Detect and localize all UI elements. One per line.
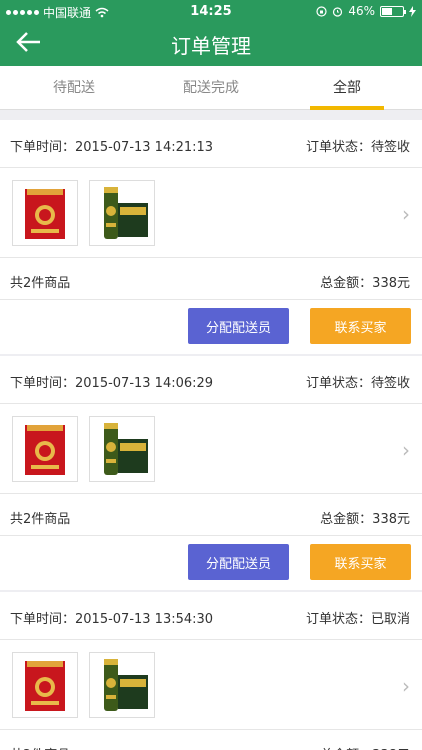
product-thumbnail (12, 652, 78, 718)
order-summary: 共2件商品 总金额：338元 (0, 730, 422, 750)
alarm-icon (333, 6, 343, 17)
order-time: 下单时间：2015-07-13 13:54:30 (10, 612, 214, 627)
app-header: 中国联通 14:25 46% 订单管理 (0, 0, 422, 66)
item-count: 共2件商品 (10, 512, 71, 527)
product-thumbnail (89, 180, 155, 246)
item-count: 共2件商品 (10, 276, 71, 291)
order-card: 下单时间：2015-07-13 14:21:13 订单状态：待签收 › 共2件商… (0, 120, 422, 354)
status-bar: 中国联通 14:25 46% (0, 0, 422, 22)
red-gift-box-image (25, 661, 65, 711)
product-thumbnail (89, 416, 155, 482)
order-time: 下单时间：2015-07-13 14:21:13 (10, 140, 214, 155)
item-count: 共2件商品 (10, 744, 70, 750)
order-goods-row[interactable]: › (0, 168, 422, 258)
order-header: 下单时间：2015-07-13 14:06:29 订单状态：待签收 (0, 356, 422, 404)
nav-bar: 订单管理 (0, 22, 422, 66)
order-card: 下单时间：2015-07-13 13:54:30 订单状态：已取消 › (0, 592, 422, 750)
battery-icon (380, 5, 406, 17)
tab-pending-delivery[interactable]: 待配送 (4, 66, 144, 110)
assign-courier-button[interactable]: 分配配送员 (188, 308, 289, 344)
order-total: 总金额：338元 (320, 276, 410, 291)
page-title: 订单管理 (0, 30, 422, 59)
page-title-text: 订单管理 (171, 34, 251, 58)
beer-can-box-image (104, 659, 148, 711)
red-gift-box-image (25, 189, 65, 239)
battery-percent: 46% (348, 4, 375, 18)
rotation-lock-icon (316, 5, 327, 17)
contact-buyer-button[interactable]: 联系买家 (310, 308, 411, 344)
order-card: 下单时间：2015-07-13 14:06:29 订单状态：待签收 › 共2件商… (0, 356, 422, 590)
product-thumbnail (12, 180, 78, 246)
chevron-right-icon: › (402, 674, 410, 698)
order-actions: 分配配送员 联系买家 (0, 300, 422, 354)
order-goods-row[interactable]: › (0, 640, 422, 730)
chevron-right-icon: › (402, 438, 410, 462)
order-header: 下单时间：2015-07-13 13:54:30 订单状态：已取消 (0, 592, 422, 640)
product-thumbnail (89, 652, 155, 718)
product-thumbnail (12, 416, 78, 482)
tab-delivered[interactable]: 配送完成 (141, 66, 281, 110)
tab-bar: 待配送 配送完成 全部 (0, 66, 422, 110)
red-gift-box-image (25, 425, 65, 475)
status-right: 46% (316, 4, 416, 18)
chevron-right-icon: › (402, 202, 410, 226)
charging-icon (409, 5, 416, 17)
order-goods-row[interactable]: › (0, 404, 422, 494)
order-time: 下单时间：2015-07-13 14:06:29 (10, 376, 214, 391)
order-actions: 分配配送员 联系买家 (0, 536, 422, 590)
order-summary: 共2件商品 总金额：338元 (0, 258, 422, 300)
order-status: 订单状态：已取消 (305, 612, 410, 627)
order-total: 总金额：338元 (320, 744, 410, 750)
order-status: 订单状态：待签收 (305, 376, 410, 391)
beer-can-box-image (104, 423, 148, 475)
beer-can-box-image (104, 187, 148, 239)
tab-all[interactable]: 全部 (277, 66, 417, 110)
assign-courier-button[interactable]: 分配配送员 (188, 544, 289, 580)
contact-buyer-button[interactable]: 联系买家 (310, 544, 411, 580)
order-header: 下单时间：2015-07-13 14:21:13 订单状态：待签收 (0, 120, 422, 168)
order-total: 总金额：338元 (320, 512, 410, 527)
order-status: 订单状态：待签收 (305, 140, 410, 155)
order-summary: 共2件商品 总金额：338元 (0, 494, 422, 536)
tab-active-indicator (310, 106, 384, 110)
